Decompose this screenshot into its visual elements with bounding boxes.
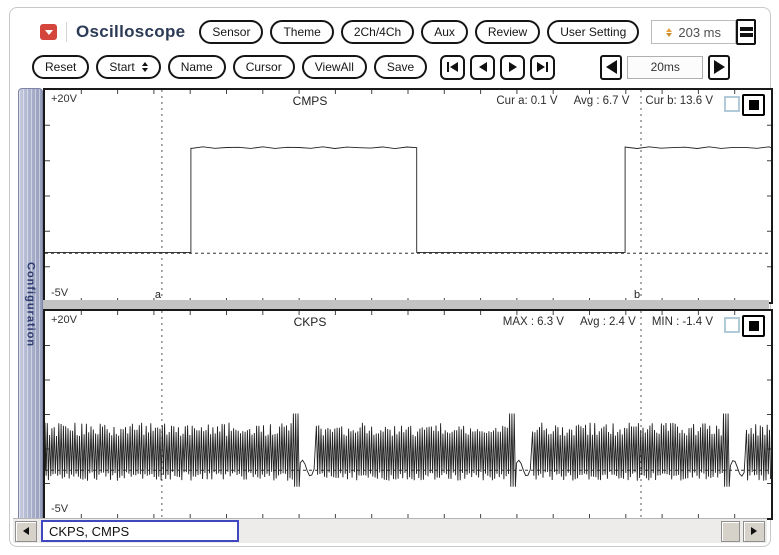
stat-max: MAX :6.3 V bbox=[503, 316, 564, 328]
app-window: Oscilloscope Sensor Theme 2Ch/4Ch Aux Re… bbox=[9, 7, 771, 547]
page-title: Oscilloscope bbox=[76, 22, 185, 42]
timebase-decrease-button[interactable] bbox=[600, 55, 622, 80]
selected-channels-box[interactable]: CKPS, CMPS bbox=[41, 520, 239, 542]
next-record-button[interactable] bbox=[500, 55, 525, 80]
channel-separator bbox=[43, 300, 769, 309]
viewall-button[interactable]: ViewAll bbox=[302, 55, 367, 79]
stat-cursor-a: Cur a:0.1 V bbox=[496, 95, 557, 107]
channel-1-ymax-label: +20V bbox=[51, 93, 77, 105]
stat-average: Avg :6.7 V bbox=[574, 95, 630, 107]
scroll-left-button[interactable] bbox=[15, 521, 37, 542]
reset-button[interactable]: Reset bbox=[32, 55, 89, 79]
last-record-button[interactable] bbox=[530, 55, 555, 80]
channel-2-ymax-label: +20V bbox=[51, 314, 77, 326]
aux-button[interactable]: Aux bbox=[421, 20, 468, 44]
name-button[interactable]: Name bbox=[168, 55, 226, 79]
channel-1-panel: CMPS Cur a:0.1 V Avg :6.7 V Cur b:13.6 V… bbox=[43, 88, 773, 304]
spinner-arrows-icon bbox=[142, 62, 148, 72]
scrollbar-thumb[interactable] bbox=[721, 521, 740, 542]
channel-1-checkbox[interactable] bbox=[724, 96, 740, 112]
stat-cursor-b: Cur b:13.6 V bbox=[645, 95, 713, 107]
sidebar-tab-label: Configuration bbox=[25, 262, 37, 347]
channel-2-stats: MAX :6.3 V Avg :2.4 V MIN :-1.4 V bbox=[503, 316, 713, 328]
channel-1-color-button[interactable] bbox=[742, 94, 765, 116]
bottom-scrollbar: CKPS, CMPS bbox=[13, 518, 767, 543]
channel-2-panel: CKPS MAX :6.3 V Avg :2.4 V MIN :-1.4 V +… bbox=[43, 309, 773, 520]
channel-1-ymin-label: -5V bbox=[51, 287, 68, 299]
channel-2-title: CKPS bbox=[294, 315, 327, 329]
channel-2-color-button[interactable] bbox=[742, 315, 765, 337]
review-button[interactable]: Review bbox=[475, 20, 540, 44]
timebase-control: 20ms bbox=[600, 55, 730, 80]
selected-channels-label: CKPS, CMPS bbox=[49, 524, 129, 539]
prev-record-button[interactable] bbox=[470, 55, 495, 80]
channel-1-waveform bbox=[45, 90, 771, 302]
cursor-button[interactable]: Cursor bbox=[233, 55, 295, 79]
save-button[interactable]: Save bbox=[374, 55, 427, 79]
sensor-button[interactable]: Sensor bbox=[199, 20, 263, 44]
app-menu-icon[interactable] bbox=[40, 24, 57, 40]
elapsed-time-value: 203 ms bbox=[678, 25, 721, 40]
sidebar-tab-configuration[interactable]: Configuration bbox=[18, 88, 43, 522]
scroll-right-button[interactable] bbox=[743, 521, 765, 542]
channel-1-title: CMPS bbox=[293, 94, 328, 108]
toolbar-second: Reset Start Name Cursor ViewAll Save 20m… bbox=[10, 53, 770, 81]
stat-min: MIN :-1.4 V bbox=[652, 316, 713, 328]
user-setting-button[interactable]: User Setting bbox=[547, 20, 639, 44]
timebase-increase-button[interactable] bbox=[708, 55, 730, 80]
theme-button[interactable]: Theme bbox=[270, 20, 333, 44]
channel-mode-button[interactable]: 2Ch/4Ch bbox=[341, 20, 414, 44]
stat-average: Avg :2.4 V bbox=[580, 316, 636, 328]
channel-1-stats: Cur a:0.1 V Avg :6.7 V Cur b:13.6 V bbox=[496, 95, 713, 107]
timer-icon bbox=[666, 28, 672, 37]
channel-2-ymin-label: -5V bbox=[51, 503, 68, 515]
record-nav-group bbox=[440, 55, 560, 80]
channel-2-checkbox[interactable] bbox=[724, 317, 740, 333]
start-button[interactable]: Start bbox=[96, 55, 160, 79]
list-menu-icon[interactable] bbox=[736, 19, 756, 45]
divider bbox=[66, 22, 67, 42]
elapsed-time-display: 203 ms bbox=[651, 20, 736, 44]
timebase-value: 20ms bbox=[627, 56, 703, 79]
chevron-down-icon bbox=[45, 30, 53, 35]
first-record-button[interactable] bbox=[440, 55, 465, 80]
toolbar-top: Oscilloscope Sensor Theme 2Ch/4Ch Aux Re… bbox=[10, 15, 770, 49]
channel-2-waveform bbox=[45, 311, 771, 518]
